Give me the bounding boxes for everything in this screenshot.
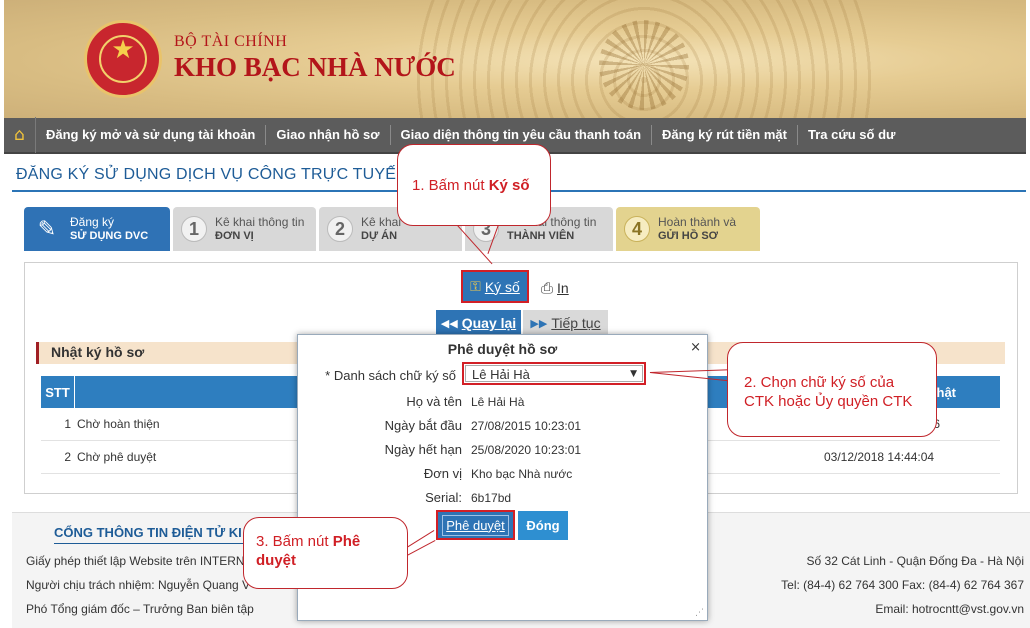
field-label-expiry-date: Ngày hết hạn	[384, 442, 462, 457]
double-left-arrow-icon: ◀◀	[440, 316, 458, 330]
close-icon[interactable]: ×	[690, 340, 701, 355]
step-line1: Hoàn thành và	[658, 215, 737, 229]
callout-2: 2. Chọn chữ ký số của CTK hoặc Ủy quyền …	[727, 342, 937, 437]
step-text: Hoàn thành và GỬI HỒ SƠ	[658, 215, 736, 243]
column-header-stt: STT	[41, 376, 75, 408]
chevron-down-icon: ▼	[630, 369, 637, 379]
step-number: 1	[181, 216, 207, 242]
nav-item-account-registration[interactable]: Đăng ký mở và sử dụng tài khoản	[36, 125, 267, 145]
resize-grip-icon[interactable]: ⋰	[695, 608, 704, 618]
field-label-serial: Serial:	[425, 490, 462, 505]
edit-icon: ✎	[37, 216, 57, 242]
step-text: Đăng ký SỬ DỤNG DVC	[70, 215, 148, 243]
nav-item-cash-withdrawal[interactable]: Đăng ký rút tiền mặt	[652, 125, 798, 145]
next-button-label: Tiếp tục	[551, 315, 601, 331]
page-title: ĐĂNG KÝ SỬ DỤNG DỊCH VỤ CÔNG TRỰC TUYẾN	[16, 166, 408, 183]
approve-button[interactable]: Phê duyệt	[436, 510, 515, 540]
national-emblem-logo[interactable]: ★	[84, 20, 162, 98]
step-number: 2	[327, 216, 353, 242]
nav-item-payment-request[interactable]: Giao diện thông tin yêu cầu thanh toán	[391, 125, 653, 145]
printer-icon: ⎙	[541, 279, 554, 297]
step-line2: DỰ ÁN	[361, 230, 398, 242]
step-complete-submit[interactable]: 4 Hoàn thành và GỬI HỒ SƠ	[616, 207, 760, 251]
field-value-expiry-date: 25/08/2020 10:23:01	[471, 443, 582, 457]
back-button[interactable]: ◀◀ Quay lại	[436, 310, 521, 336]
signature-select[interactable]: Lê Hải Hà ▼	[462, 362, 646, 385]
callout-3: 3. Bấm nút Phê duyệt	[243, 517, 408, 589]
step-line2: SỬ DỤNG DVC	[70, 230, 149, 242]
log-title: Nhật ký hồ sơ	[51, 344, 145, 360]
footer-address: Số 32 Cát Linh - Quận Đống Đa - Hà Nội	[806, 554, 1024, 568]
drum-center-star	[599, 20, 689, 110]
field-value-serial: 6b17bd	[471, 491, 512, 505]
field-label-unit: Đơn vị	[423, 466, 462, 481]
footer-email[interactable]: Email: hotrocntt@vst.gov.vn	[875, 602, 1024, 616]
field-value-fullname: Lê Hải Hà	[471, 395, 525, 409]
next-button[interactable]: ▶▶ Tiếp tục	[523, 310, 608, 336]
field-label-fullname: Họ và tên	[406, 394, 462, 409]
signature-select-value: Lê Hải Hà ▼	[465, 365, 643, 382]
nav-item-document-exchange[interactable]: Giao nhận hồ sơ	[266, 125, 391, 145]
footer-title-underline	[54, 543, 244, 544]
callout-3-text: 3. Bấm nút	[256, 533, 333, 550]
callout-1-text: 1. Bấm nút	[412, 177, 489, 194]
step-number: 4	[624, 216, 650, 242]
site-header: ★ BỘ TÀI CHÍNH KHO BẠC NHÀ NƯỚC	[4, 0, 1026, 118]
footer-license: Giấy phép thiết lập Website trên INTERN	[26, 554, 245, 568]
callout-1-bold: Ký số	[488, 177, 530, 194]
step-text: Kê khai thông tin ĐƠN VỊ	[215, 215, 304, 243]
star-icon: ★	[111, 35, 135, 65]
field-value-start-date: 27/08/2015 10:23:01	[471, 419, 582, 433]
double-right-arrow-icon: ▶▶	[530, 316, 548, 330]
footer-editor: Phó Tổng giám đốc – Trưởng Ban biên tập	[26, 602, 254, 616]
back-button-label: Quay lại	[461, 315, 517, 331]
approve-button-label: Phê duyệt	[442, 514, 509, 536]
home-icon[interactable]: ⌂	[4, 117, 36, 153]
step-line2: THÀNH VIÊN	[507, 230, 575, 242]
sign-button-label: Ký số	[484, 278, 520, 295]
dialog-title: Phê duyệt hồ sơ	[447, 341, 558, 357]
footer-responsible: Người chịu trách nhiệm: Nguyễn Quang V	[26, 578, 251, 592]
sign-button[interactable]: ⚿ Ký số	[461, 270, 529, 303]
step-text: Kê khai DỰ ÁN	[361, 215, 401, 243]
field-label-start-date: Ngày bắt đầu	[384, 418, 462, 433]
signature-list-label: * Danh sách chữ ký số	[325, 368, 456, 383]
nav-item-balance-lookup[interactable]: Tra cứu số dư	[798, 125, 905, 145]
print-button-label: In	[557, 280, 569, 296]
step-line1: Kê khai thông tin	[215, 215, 305, 229]
key-icon: ⚿	[470, 278, 481, 295]
footer-title[interactable]: CỔNG THÔNG TIN ĐIỆN TỬ KI	[54, 525, 242, 540]
step-line1: Đăng ký	[70, 215, 115, 229]
row-stt: 2	[64, 450, 71, 464]
agency-name[interactable]: KHO BẠC NHÀ NƯỚC	[174, 52, 456, 83]
step-line1: Kê khai	[361, 215, 402, 229]
footer-phone-fax: Tel: (84-4) 62 764 300 Fax: (84-4) 62 76…	[781, 578, 1024, 592]
print-button[interactable]: ⎙ In	[541, 279, 569, 297]
ministry-name: BỘ TÀI CHÍNH	[174, 33, 288, 50]
step-line2: ĐƠN VỊ	[215, 230, 254, 242]
step-unit-info[interactable]: 1 Kê khai thông tin ĐƠN VỊ	[173, 207, 316, 251]
field-value-unit: Kho bạc Nhà nước	[471, 467, 573, 481]
row-stt: 1	[64, 417, 71, 431]
wizard-steps: ✎ Đăng ký SỬ DỤNG DVC 1 Kê khai thông ti…	[24, 207, 763, 251]
step-line2: GỬI HỒ SƠ	[658, 230, 719, 242]
row-time: 03/12/2018 14:44:04	[824, 450, 935, 464]
step-register[interactable]: ✎ Đăng ký SỬ DỤNG DVC	[24, 207, 170, 251]
close-button[interactable]: Đóng	[518, 511, 568, 540]
signature-selected-text: Lê Hải Hà	[472, 367, 530, 382]
callout-1: 1. Bấm nút Ký số	[397, 144, 551, 226]
